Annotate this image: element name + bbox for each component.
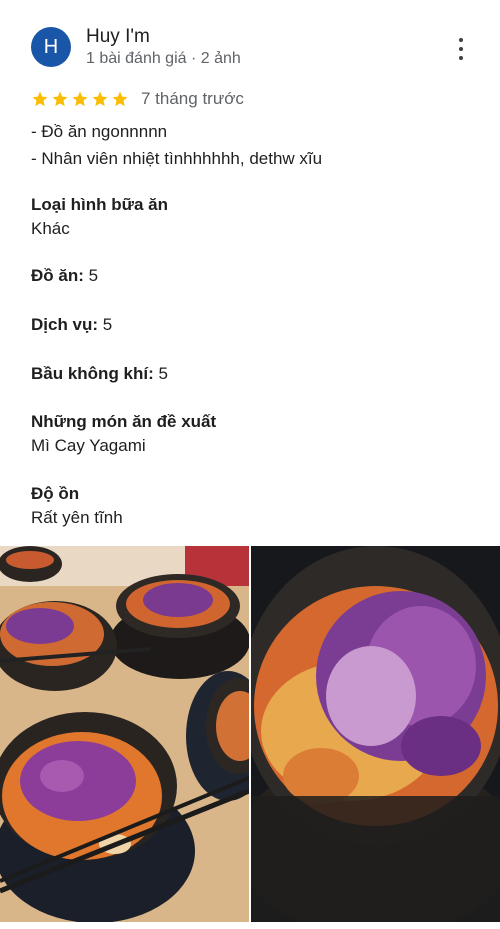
review-photo-1[interactable] [0,546,249,922]
food-label: Đồ ăn: [31,266,84,285]
review-photos [0,546,500,922]
atmosphere-label: Bầu không khí: [31,364,154,383]
service-value: 5 [102,315,113,334]
food-rating: Đồ ăn: 5 [31,264,98,288]
review-text-line: - Nhân viên nhiệt tìnhhhhhh, dethw xĩu [31,149,323,168]
more-options-icon[interactable] [451,38,471,60]
avatar[interactable]: H [31,27,71,67]
reviewer-meta: 1 bài đánh giá · 2 ảnh [86,50,241,67]
recommended-dishes-section: Những món ăn đề xuất Mì Cay Yagami [31,410,216,458]
star-icon [32,91,48,107]
meal-type-section: Loại hình bữa ăn Khác [31,193,168,241]
review-time: 7 tháng trước [141,89,244,108]
atmosphere-rating: Bầu không khí: 5 [31,362,168,386]
rating-row: 7 tháng trước [31,88,244,110]
review-photo-2[interactable] [251,546,500,922]
star-icon [72,91,88,107]
star-rating [31,90,129,108]
atmosphere-value: 5 [158,364,168,383]
review-text-line: - Đồ ăn ngonnnnn [31,122,168,141]
noise-level-value: Rất yên tĩnh [31,508,123,527]
service-rating: Dịch vụ: 5 [31,313,112,337]
star-icon [92,91,108,107]
recommended-dishes-label: Những món ăn đề xuất [31,412,217,431]
food-value: 5 [88,266,99,285]
star-icon [52,91,68,107]
noise-level-section: Độ ồn Rất yên tĩnh [31,482,123,530]
review-header: H Huy I'm 1 bài đánh giá · 2 ảnh [31,24,471,72]
meal-type-value: Khác [31,219,70,238]
reviewer-name[interactable]: Huy I'm [86,26,150,48]
noise-level-label: Độ ồn [31,484,80,503]
meal-type-label: Loại hình bữa ăn [31,195,168,214]
service-label: Dịch vụ: [31,315,99,334]
recommended-dishes-value: Mì Cay Yagami [31,436,146,455]
review-text: - Đồ ăn ngonnnnn - Nhân viên nhiệt tìnhh… [31,118,322,172]
star-icon [112,91,128,107]
